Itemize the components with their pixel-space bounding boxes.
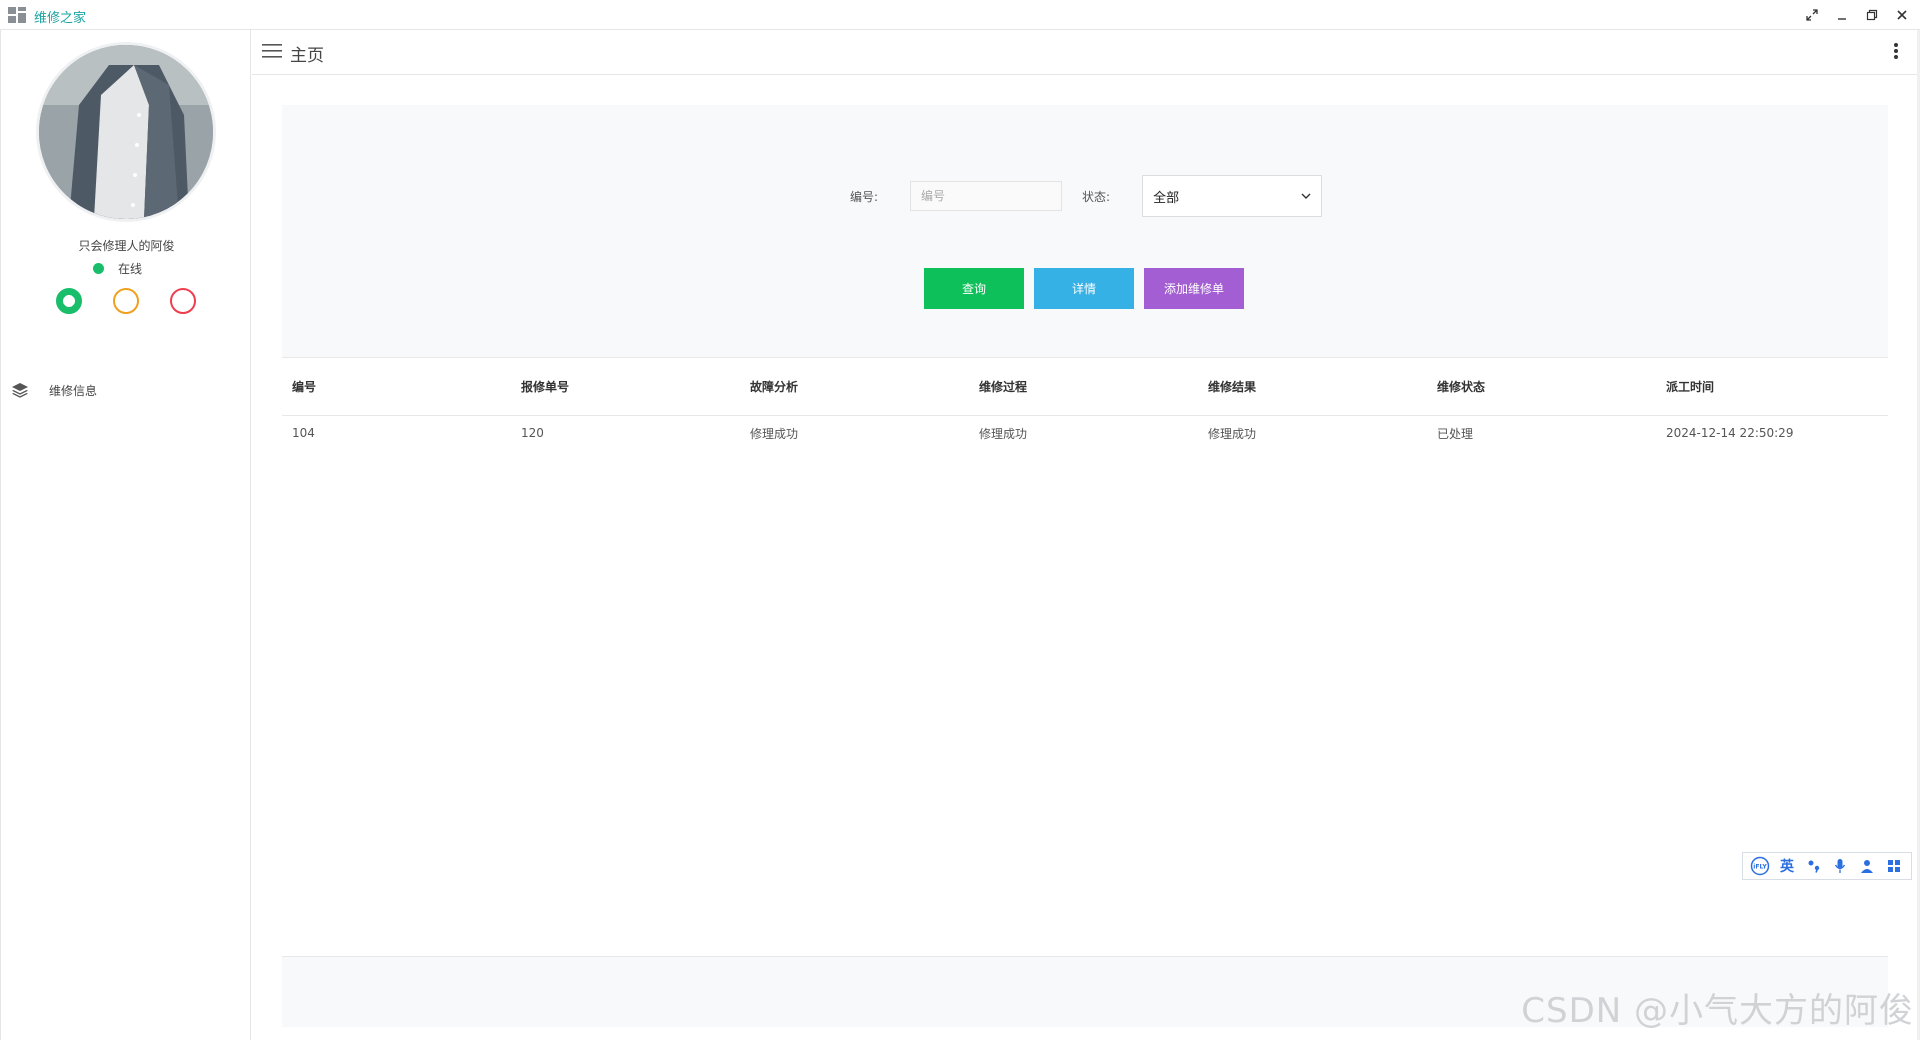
sidebar-item-repair-info[interactable]: 维修信息 [1, 368, 251, 412]
grid-icon[interactable] [1883, 855, 1905, 877]
status-away-button[interactable] [113, 288, 139, 314]
ime-toolbar: iFLY 英 [1742, 852, 1912, 880]
minimize-icon[interactable] [1830, 4, 1854, 26]
page-title: 主页 [290, 46, 324, 66]
sidebar: 只会修理人的阿俊 在线 维修信息 [0, 30, 251, 1040]
fullscreen-icon[interactable] [1800, 4, 1824, 26]
id-input[interactable] [910, 181, 1063, 211]
status-label: 状态: [1082, 189, 1111, 204]
online-status-label: 在线 [118, 262, 143, 276]
status-select[interactable]: 全部 [1142, 175, 1323, 217]
query-button[interactable]: 查询 [924, 268, 1024, 309]
table-cell: 修理成功 [1208, 426, 1257, 441]
content-panel: 编号: 状态: 全部 查询 详情 添加维修单 编号 报修单号 故障分析 维修过程… [282, 105, 1888, 1027]
column-header-id[interactable]: 编号 [282, 378, 511, 395]
avatar[interactable] [36, 42, 216, 222]
id-label: 编号: [850, 189, 879, 204]
status-online-button[interactable] [56, 288, 82, 314]
table-cell: 104 [292, 426, 315, 440]
username: 只会修理人的阿俊 [78, 239, 175, 253]
microphone-icon[interactable] [1829, 855, 1851, 877]
main-header: 主页 [252, 30, 1920, 75]
column-header-repair-process[interactable]: 维修过程 [969, 378, 1198, 395]
column-header-repair-result[interactable]: 维修结果 [1198, 378, 1427, 395]
punctuation-icon[interactable] [1803, 855, 1825, 877]
online-status: 在线 [93, 260, 142, 277]
table-cell: 已处理 [1437, 426, 1474, 441]
hamburger-icon[interactable] [262, 44, 282, 58]
table-cell: 120 [521, 426, 544, 440]
ifly-logo-text: iFLY [1754, 864, 1768, 871]
status-selector [56, 288, 196, 314]
search-form: 编号: 状态: 全部 [850, 175, 1323, 217]
app-title: 维修之家 [34, 11, 87, 26]
window-controls [1800, 4, 1914, 26]
add-repair-order-button[interactable]: 添加维修单 [1144, 268, 1244, 309]
table-row[interactable]: 104 120 修理成功 修理成功 修理成功 已处理 2024-12-14 22… [282, 416, 1888, 450]
table-cell: 2024-12-14 22:50:29 [1666, 426, 1794, 440]
table-cell: 修理成功 [979, 426, 1028, 441]
sidebar-item-label: 维修信息 [49, 383, 98, 398]
close-icon[interactable] [1890, 4, 1914, 26]
column-header-dispatch-time[interactable]: 派工时间 [1656, 378, 1885, 395]
column-header-fault-analysis[interactable]: 故障分析 [740, 378, 969, 395]
layers-icon [12, 383, 28, 398]
status-busy-button[interactable] [170, 288, 196, 314]
action-buttons: 查询 详情 添加维修单 [924, 268, 1244, 309]
app-logo-icon [8, 7, 26, 23]
column-header-report-no[interactable]: 报修单号 [511, 378, 740, 395]
chevron-down-icon [1301, 193, 1311, 199]
repair-table: 编号 报修单号 故障分析 维修过程 维修结果 维修状态 派工时间 104 120… [282, 357, 1888, 957]
window-titlebar: 维修之家 [0, 0, 1920, 30]
user-icon[interactable] [1856, 855, 1878, 877]
ifly-logo-icon[interactable]: iFLY [1749, 855, 1771, 877]
more-vertical-icon[interactable] [1890, 41, 1902, 61]
online-dot-icon [93, 263, 104, 274]
status-select-value: 全部 [1153, 190, 1180, 206]
column-header-repair-status[interactable]: 维修状态 [1427, 378, 1656, 395]
detail-button[interactable]: 详情 [1034, 268, 1134, 309]
ime-lang-toggle[interactable]: 英 [1776, 855, 1798, 877]
watermark: CSDN @小气大方的阿俊 [1521, 991, 1914, 1031]
table-cell: 修理成功 [750, 426, 799, 441]
restore-icon[interactable] [1860, 4, 1884, 26]
table-header: 编号 报修单号 故障分析 维修过程 维修结果 维修状态 派工时间 [282, 358, 1888, 416]
